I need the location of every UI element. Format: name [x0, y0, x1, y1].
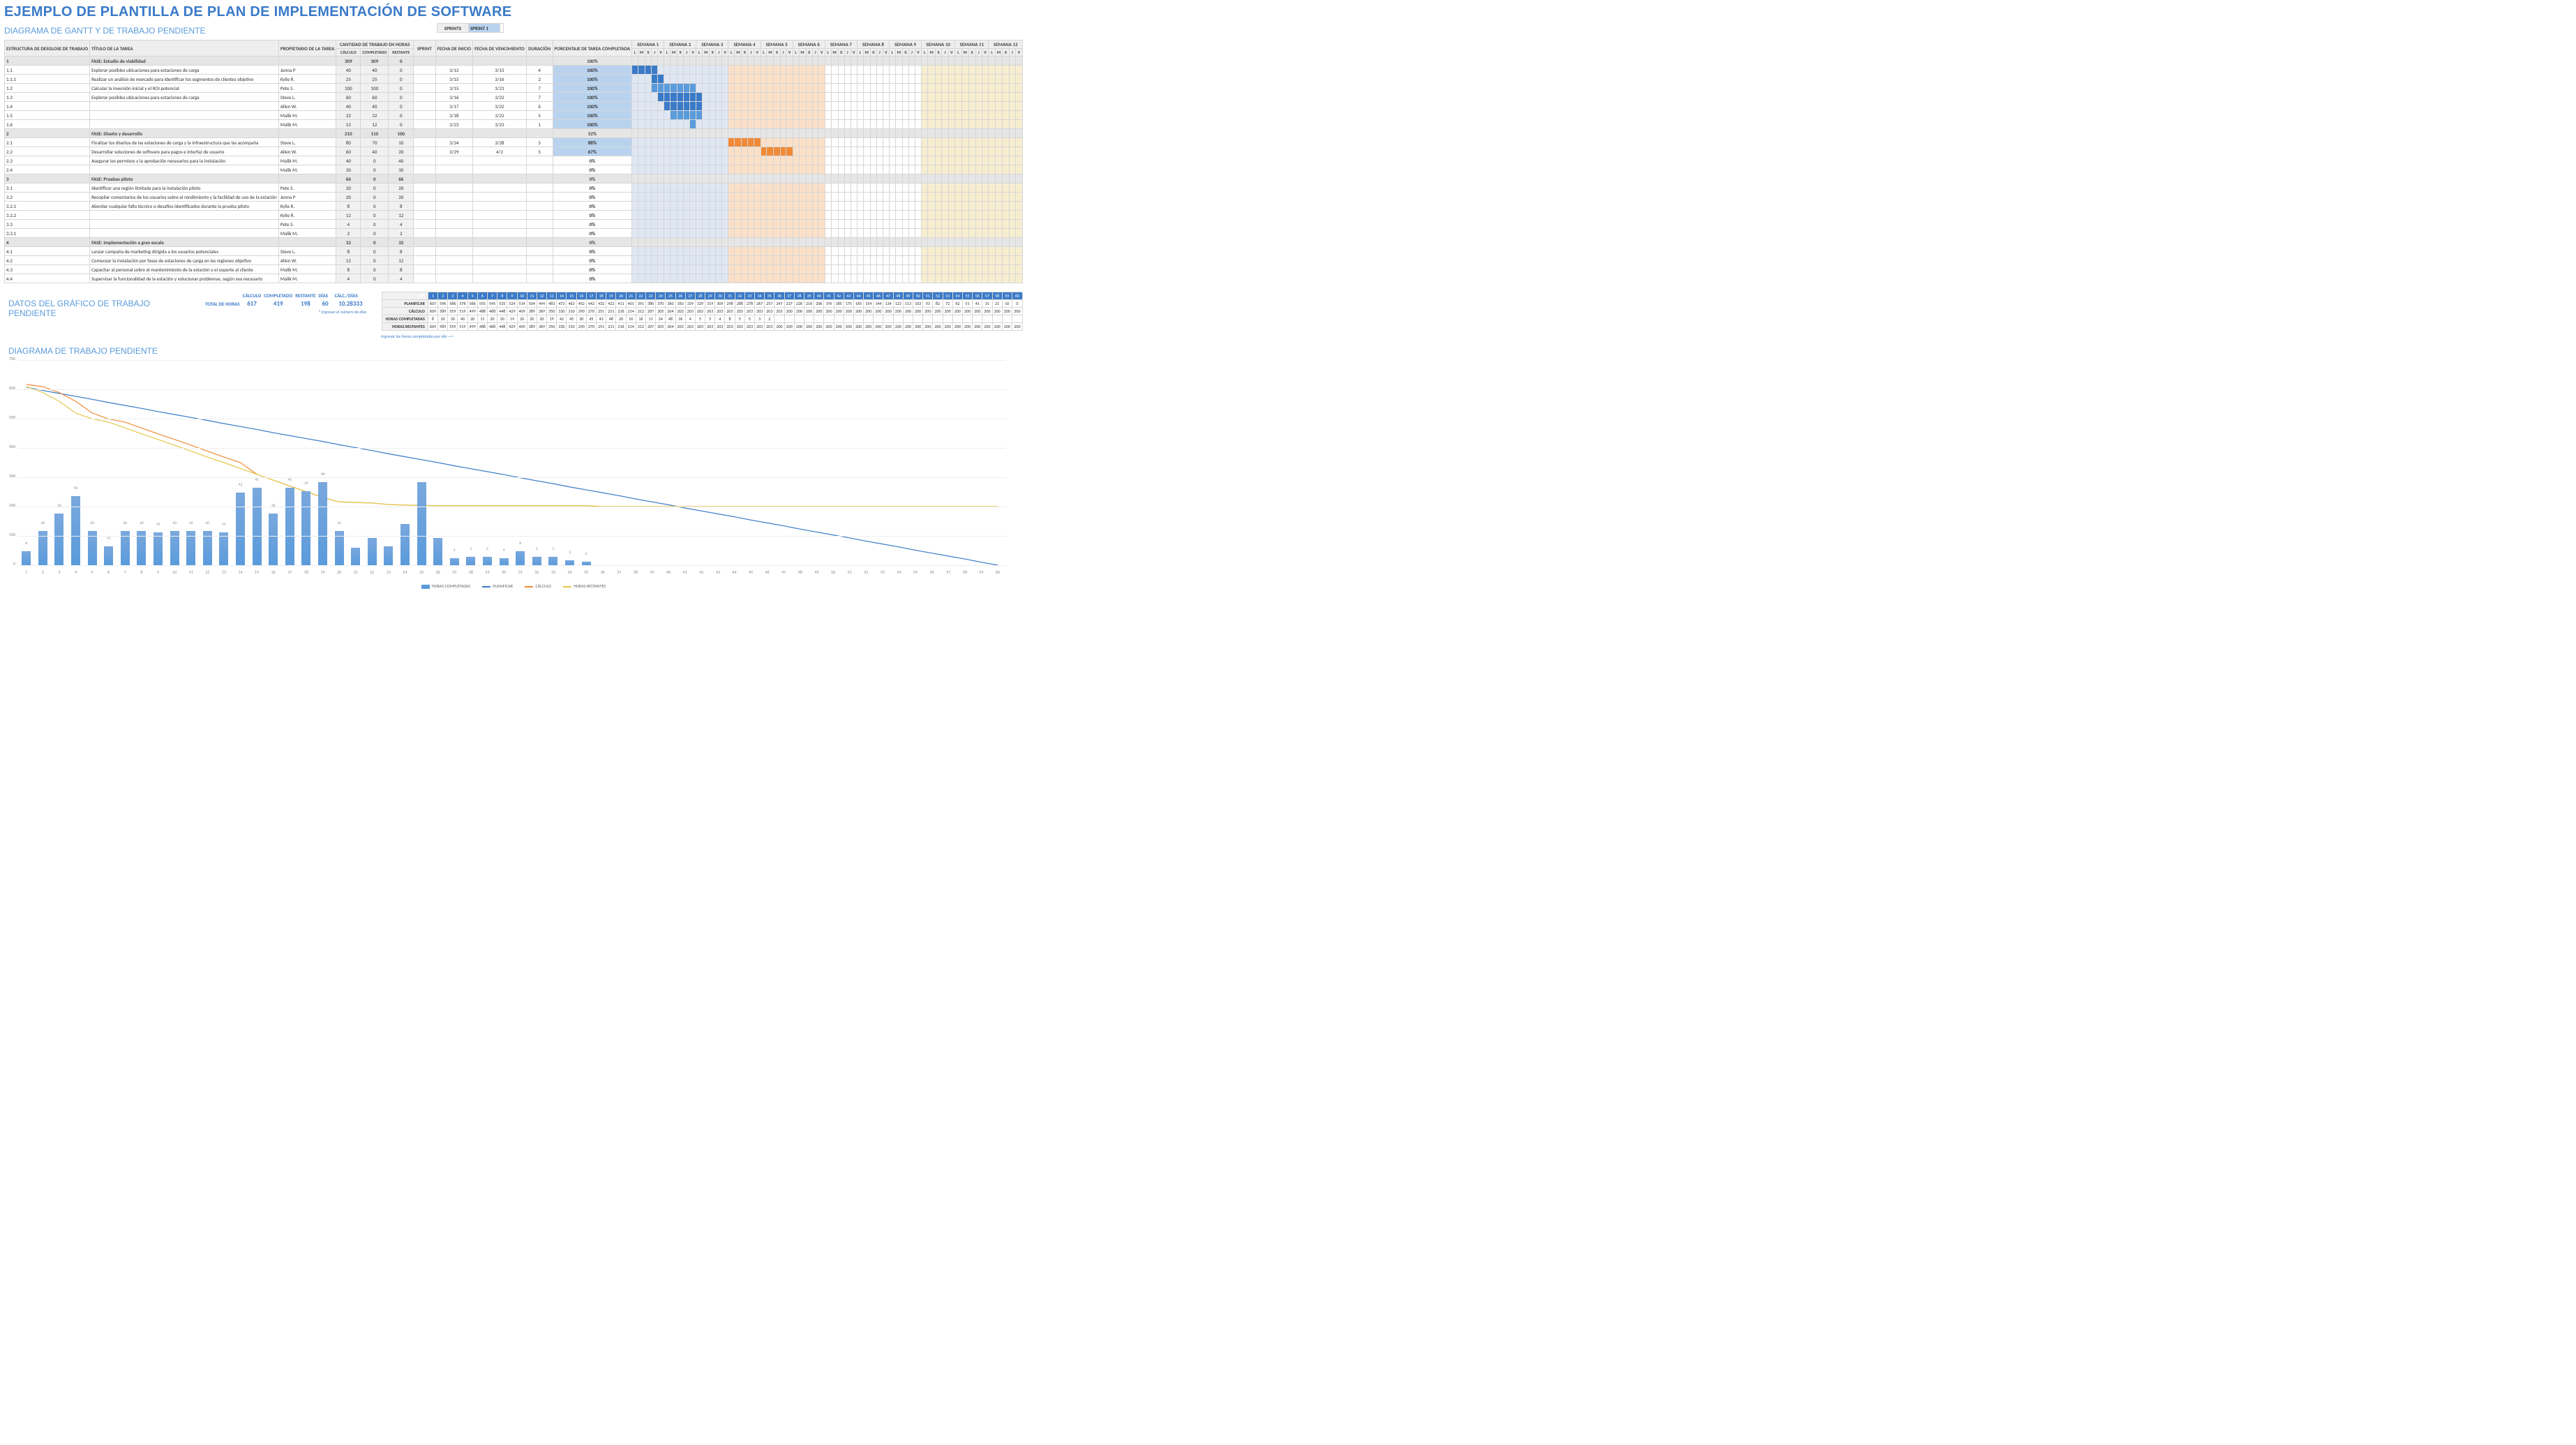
burndown-chart: 0100200300400500600700 81202303404205116… — [4, 359, 1009, 582]
task-row: 2.1Finalizar los diseños de las estacion… — [5, 138, 1023, 147]
task-row: 4.2Comenzar la instalación por fases de … — [5, 256, 1023, 265]
burndown-data-grid: DÍA1234567891011121314151617181920212223… — [382, 292, 1023, 331]
task-row: 1FASE: Estudio de viabilidad3093090100% — [5, 57, 1023, 66]
section-gantt-title: DIAGRAMA DE GANTT Y DE TRABAJO PENDIENTE — [4, 26, 435, 36]
task-row: 2.3Asegurar los permisos y la aprobación… — [5, 156, 1023, 165]
task-row: 4.3Capacitar al personal sobre el manten… — [5, 265, 1023, 274]
task-row: 4.4Supervisar la funcionalidad de la est… — [5, 274, 1023, 283]
task-row: 4FASE: Implementación a gran escala32032… — [5, 238, 1023, 247]
hint-hours: Ingresar las horas completadas por día -… — [381, 334, 1023, 339]
task-row: 2.2Desarrollar soluciones de software pa… — [5, 147, 1023, 156]
task-row: 1.6Malik M.121203/233/231100% — [5, 120, 1023, 129]
task-row: 3.2.2Kylie R.120120% — [5, 211, 1023, 220]
gantt-table: ESTRUCTURA DE DESGLOSE DE TRABAJOTÍTULO … — [4, 40, 1023, 283]
task-row: 4.1Lanzar campaña de marketing dirigida … — [5, 247, 1023, 256]
totals-strip: CÁLCULO COMPLETADO RESTANTE DÍAS CÁLC./D… — [204, 292, 368, 315]
task-row: 1.1Explorar posibles ubicaciones para es… — [5, 66, 1023, 75]
sprint-deck: SPRINTS SPRINT 1/*noop*/ — [437, 23, 504, 33]
task-row: 1.3Explorar posibles ubicaciones para es… — [5, 93, 1023, 102]
task-row: 1.2Calcular la inversión inicial y el RO… — [5, 84, 1023, 93]
page-title: EJEMPLO DE PLANTILLA DE PLAN DE IMPLEMEN… — [4, 4, 1023, 20]
section-burndown-data: DATOS DEL GRÁFICO DE TRABAJO PENDIENTE — [8, 299, 190, 318]
task-row: 3.3Pete S.4040% — [5, 220, 1023, 229]
task-row: 3FASE: Pruebas piloto660660% — [5, 174, 1023, 184]
task-row: 3.2.1Abordar cualquier fallo técnico o d… — [5, 202, 1023, 211]
task-row: 3.2Recopilar comentarios de los usuarios… — [5, 193, 1023, 202]
chart-legend: HORAS COMPLETADAS PLANIFICAR CÁLCULO HOR… — [4, 583, 1023, 589]
section-chart-title: DIAGRAMA DE TRABAJO PENDIENTE — [8, 346, 1023, 356]
task-row: 1.5Malik M.323203/183/225100% — [5, 111, 1023, 120]
task-row: 1.4Allen W.404003/173/226100% — [5, 102, 1023, 111]
task-row: 2.4Malik M.300300% — [5, 165, 1023, 174]
task-row: 3.1Identificar una región limitada para … — [5, 184, 1023, 193]
task-row: 2FASE: Diseño y desarrollo21011010052% — [5, 129, 1023, 138]
task-row: 1.1.1Realizar un análisis de mercado par… — [5, 75, 1023, 84]
task-row: 3.3.1Malik M.2020% — [5, 229, 1023, 238]
